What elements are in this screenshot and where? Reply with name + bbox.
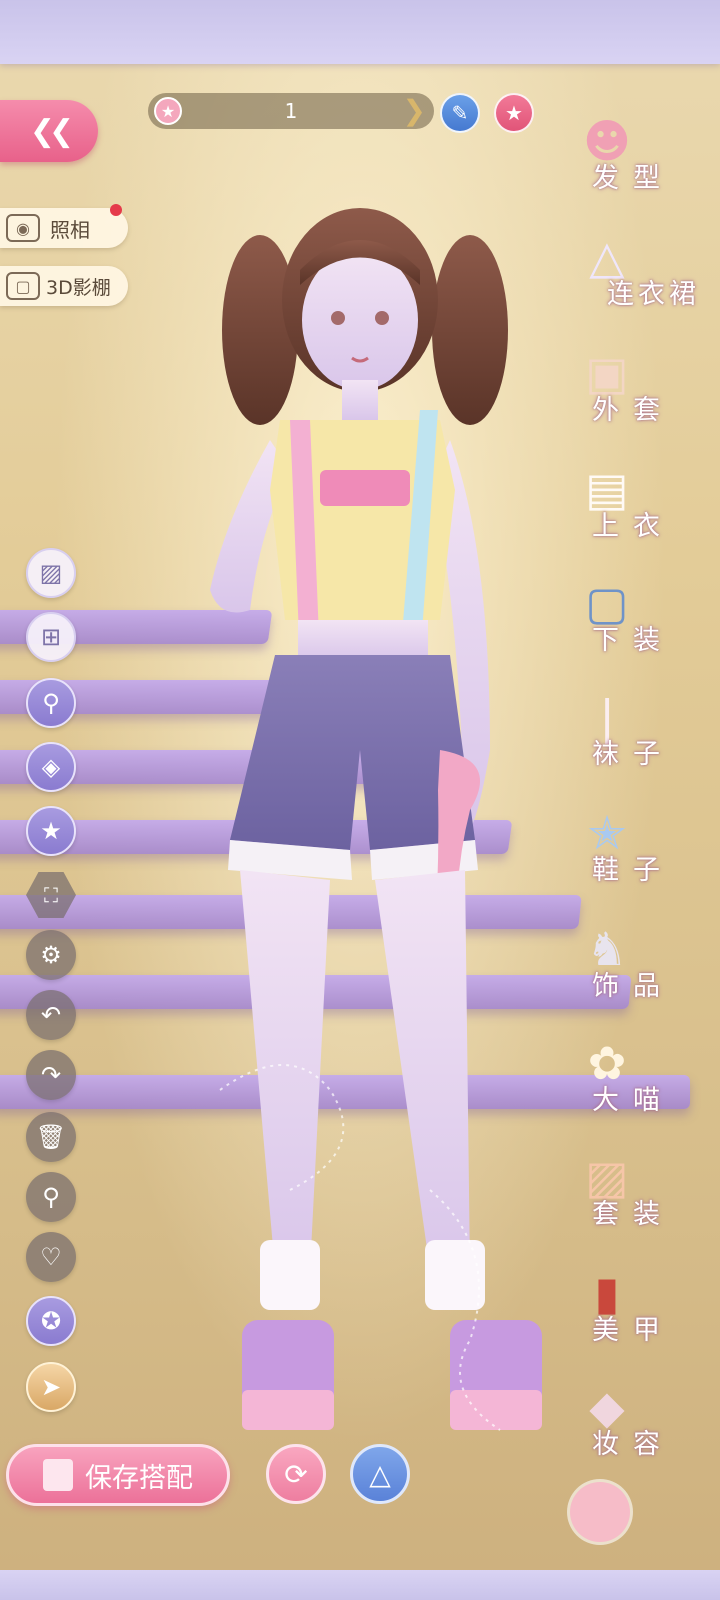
save-outfit-label: 保存搭配 (85, 1462, 193, 1494)
cube-icon: ▢ (6, 272, 40, 300)
add-layer-button[interactable]: ⊞ (26, 612, 76, 662)
category-label: 套装 (592, 1199, 674, 1230)
star-badge-button[interactable]: ✪ (26, 1296, 76, 1346)
filter-icon: ▨ (39, 559, 63, 587)
category-top[interactable]: ▤ 上衣 (568, 452, 720, 564)
category-coat[interactable]: ▣ 外套 (568, 336, 720, 448)
photo-button[interactable]: ◉ 照相 (0, 204, 128, 248)
search-button[interactable]: ⚲ (26, 1172, 76, 1222)
category-dress[interactable]: △ 连衣裙 (568, 220, 720, 332)
palette-button[interactable]: ◈ (26, 742, 76, 792)
category-makeup[interactable]: ◆ 妆容 (568, 1370, 720, 1482)
search-icon: ⚲ (42, 1183, 60, 1211)
favorite-button[interactable]: ★ (494, 93, 534, 133)
category-socks[interactable]: ❘ 袜子 (568, 680, 720, 792)
redo-button[interactable]: ↷ (26, 1050, 76, 1100)
edit-button[interactable]: ✎ (440, 93, 480, 133)
undo-icon: ↶ (40, 1001, 62, 1029)
switch-icon: ⟳ (284, 1457, 308, 1491)
chevron-right-icon[interactable]: ❯ (403, 93, 426, 129)
delete-button[interactable]: 🗑 (26, 1112, 76, 1162)
category-bottoms[interactable]: ▢ 下装 (568, 566, 720, 678)
studio-3d-button[interactable]: ▢ 3D影棚 (0, 266, 128, 306)
star-edit-button[interactable]: ★ (26, 806, 76, 856)
category-nails[interactable]: ▮ 美甲 (568, 1256, 720, 1368)
category-label: 下装 (592, 625, 674, 656)
switch-button[interactable]: ⟳ (266, 1444, 326, 1504)
like-button[interactable]: ♡ (26, 1232, 76, 1282)
category-pet[interactable]: ✿ 大喵 (568, 1026, 720, 1138)
star-badge-icon: ✪ (40, 1307, 62, 1335)
search-swap-icon: ⚲ (42, 689, 60, 717)
top-frame (0, 0, 720, 64)
save-outfit-icon (43, 1459, 73, 1491)
category-label: 大喵 (592, 1085, 674, 1116)
studio-label: 3D影棚 (46, 276, 111, 299)
category-label: 发型 (592, 163, 674, 194)
fullscreen-icon: ⛶ (44, 883, 58, 907)
category-outfit-set[interactable]: ▨ 套装 (568, 1140, 720, 1252)
back-button[interactable]: ❮❮ (0, 100, 98, 162)
outfit-page-selector[interactable]: ★ 1 ❯ (148, 93, 434, 129)
bottom-frame (0, 1570, 720, 1600)
photo-label: 照相 (50, 217, 90, 242)
page-number: 1 (284, 99, 298, 123)
category-label: 美甲 (592, 1315, 674, 1346)
megaphone-icon: ➤ (40, 1373, 62, 1401)
category-label: 妆容 (592, 1429, 674, 1460)
heart-icon: ♡ (40, 1243, 62, 1271)
gear-icon: ⚙ (40, 941, 62, 969)
search-swap-button[interactable]: ⚲ (26, 678, 76, 728)
category-label: 饰品 (592, 971, 674, 1002)
category-label: 鞋子 (592, 855, 674, 886)
dress-scan-icon: △ (369, 1457, 391, 1491)
chibi-avatar-icon[interactable] (570, 1482, 630, 1542)
camera-icon: ◉ (6, 214, 40, 242)
trash-icon: 🗑 (35, 1123, 67, 1151)
filter-button[interactable]: ▨ (26, 548, 76, 598)
avatar-character[interactable] (170, 190, 550, 1460)
category-label: 上衣 (592, 511, 674, 542)
category-shoes[interactable]: ✭ 鞋子 (568, 796, 720, 908)
add-layer-icon: ⊞ (40, 623, 62, 651)
pencil-icon: ✎ (451, 101, 469, 125)
star-edit-icon: ★ (40, 817, 62, 845)
notification-dot (110, 204, 122, 216)
category-label: 袜子 (592, 739, 674, 770)
category-label: 连衣裙 (607, 279, 700, 310)
double-chevron-left-icon: ❮❮ (29, 113, 74, 149)
category-label: 外套 (592, 395, 674, 426)
palette-icon: ◈ (41, 753, 61, 781)
save-outfit-button[interactable]: 保存搭配 (6, 1444, 230, 1506)
star-icon: ★ (505, 101, 523, 125)
try-on-button[interactable]: △ (350, 1444, 410, 1504)
announcement-button[interactable]: ➤ (26, 1362, 76, 1412)
redo-icon: ↷ (40, 1061, 62, 1089)
category-hairstyle[interactable]: ☻ 发型 (568, 104, 720, 216)
game-scene: ❮❮ ★ 1 ❯ ✎ ★ ◉ 照相 ▢ 3D影棚 ▨ ⊞ ⚲ ◈ ★ ⛶ ⚙ ↶… (0, 0, 720, 1600)
undo-button[interactable]: ↶ (26, 990, 76, 1040)
category-accessories[interactable]: ♞ 饰品 (568, 912, 720, 1024)
settings-button[interactable]: ⚙ (26, 930, 76, 980)
